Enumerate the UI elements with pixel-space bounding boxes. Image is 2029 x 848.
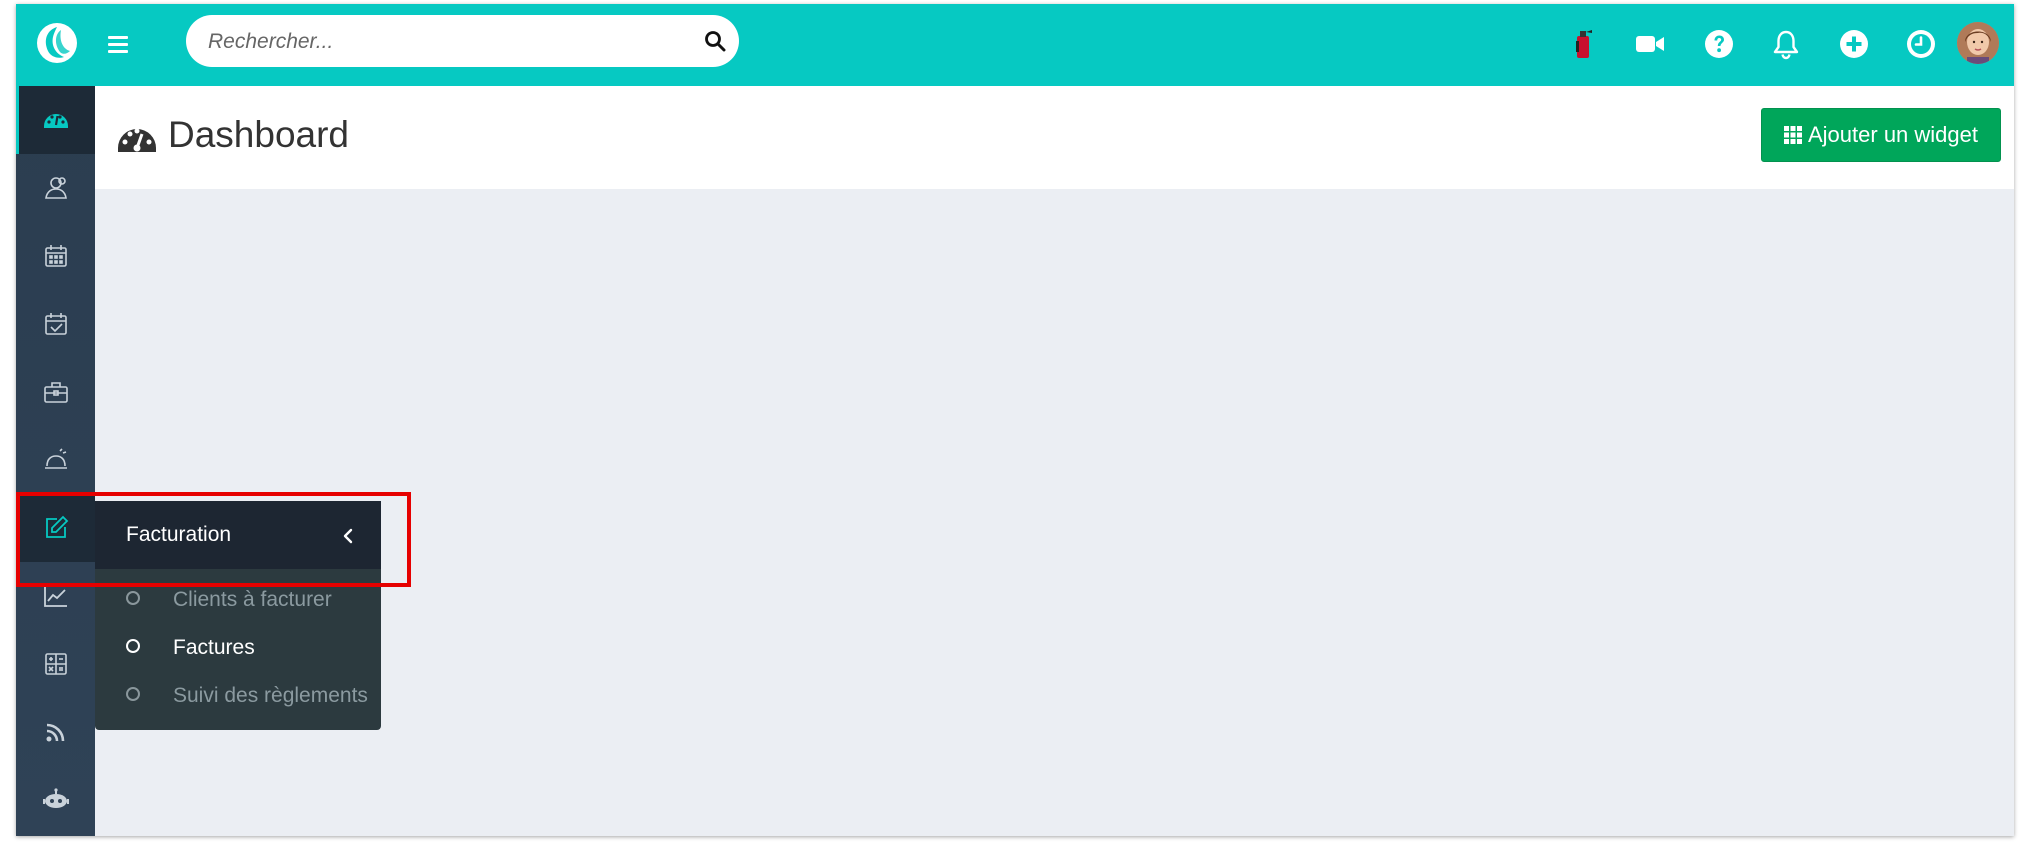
page-title: Dashboard: [168, 114, 350, 155]
service-bell-icon: [44, 448, 67, 469]
circle-icon: [126, 687, 140, 701]
clock-icon[interactable]: [1905, 28, 1937, 60]
flyout-title: Facturation: [126, 523, 232, 546]
calendar-icon: [44, 245, 67, 267]
menu-toggle-icon[interactable]: [108, 30, 136, 58]
sidebar-item-service[interactable]: [16, 426, 95, 494]
dashboard-icon: [43, 114, 68, 128]
users-icon: [44, 177, 67, 199]
app-logo-icon[interactable]: [36, 22, 78, 64]
chevron-left-icon[interactable]: [341, 527, 355, 545]
flyout-header-facturation[interactable]: Facturation: [95, 501, 381, 569]
bell-icon[interactable]: [1770, 28, 1802, 60]
add-widget-button[interactable]: Ajouter un widget: [1761, 108, 2001, 162]
submenu-item-factures[interactable]: Factures: [95, 627, 381, 671]
help-circle-icon[interactable]: [1703, 28, 1735, 60]
submenu-item-label: Suivi des règlements: [173, 684, 368, 707]
grid-icon: [1784, 126, 1802, 144]
flyout-submenu: Clients à facturer Factures Suivi des rè…: [95, 569, 381, 730]
dashboard-icon: [118, 128, 156, 152]
sidebar-item-calendar[interactable]: [16, 222, 95, 290]
calculator-icon: [44, 653, 67, 675]
search-box: [186, 15, 739, 69]
sidebar-item-business[interactable]: [16, 358, 95, 426]
sidebar-item-robot[interactable]: [16, 766, 95, 834]
submenu-item-suivi-des-reglements[interactable]: Suivi des règlements: [95, 675, 381, 719]
sidebar-item-accounting[interactable]: [16, 630, 95, 698]
sidebar-item-billing[interactable]: [16, 494, 95, 562]
rss-icon: [46, 723, 64, 742]
app-window: Dashboard Ajouter un widget Facturation …: [16, 4, 2014, 836]
page-header: Dashboard Ajouter un widget: [95, 86, 2014, 189]
circle-icon: [126, 639, 140, 653]
sidebar-item-tasks[interactable]: [16, 290, 95, 358]
plus-circle-icon[interactable]: [1838, 28, 1870, 60]
sidebar-item-feed[interactable]: [16, 698, 95, 766]
circle-icon: [126, 591, 140, 605]
submenu-item-clients-a-facturer[interactable]: Clients à facturer: [95, 579, 381, 623]
search-input[interactable]: [206, 15, 690, 69]
video-camera-icon[interactable]: [1634, 28, 1666, 60]
robot-icon: [42, 788, 69, 808]
sidebar-item-dashboard[interactable]: [16, 86, 95, 154]
briefcase-icon: [43, 382, 68, 403]
line-chart-icon: [43, 586, 67, 607]
add-widget-label: Ajouter un widget: [1808, 122, 1978, 147]
calendar-check-icon: [44, 313, 67, 335]
submenu-item-label: Clients à facturer: [173, 588, 332, 611]
search-icon[interactable]: [704, 30, 726, 52]
sidebar-item-contacts[interactable]: [16, 154, 95, 222]
sidebar: [16, 86, 95, 836]
extinguisher-icon[interactable]: [1567, 28, 1599, 60]
submenu-item-label: Factures: [173, 636, 255, 659]
sidebar-item-statistics[interactable]: [16, 562, 95, 630]
top-bar: [16, 4, 2014, 86]
user-avatar[interactable]: [1957, 22, 1999, 64]
edit-icon: [45, 515, 68, 538]
